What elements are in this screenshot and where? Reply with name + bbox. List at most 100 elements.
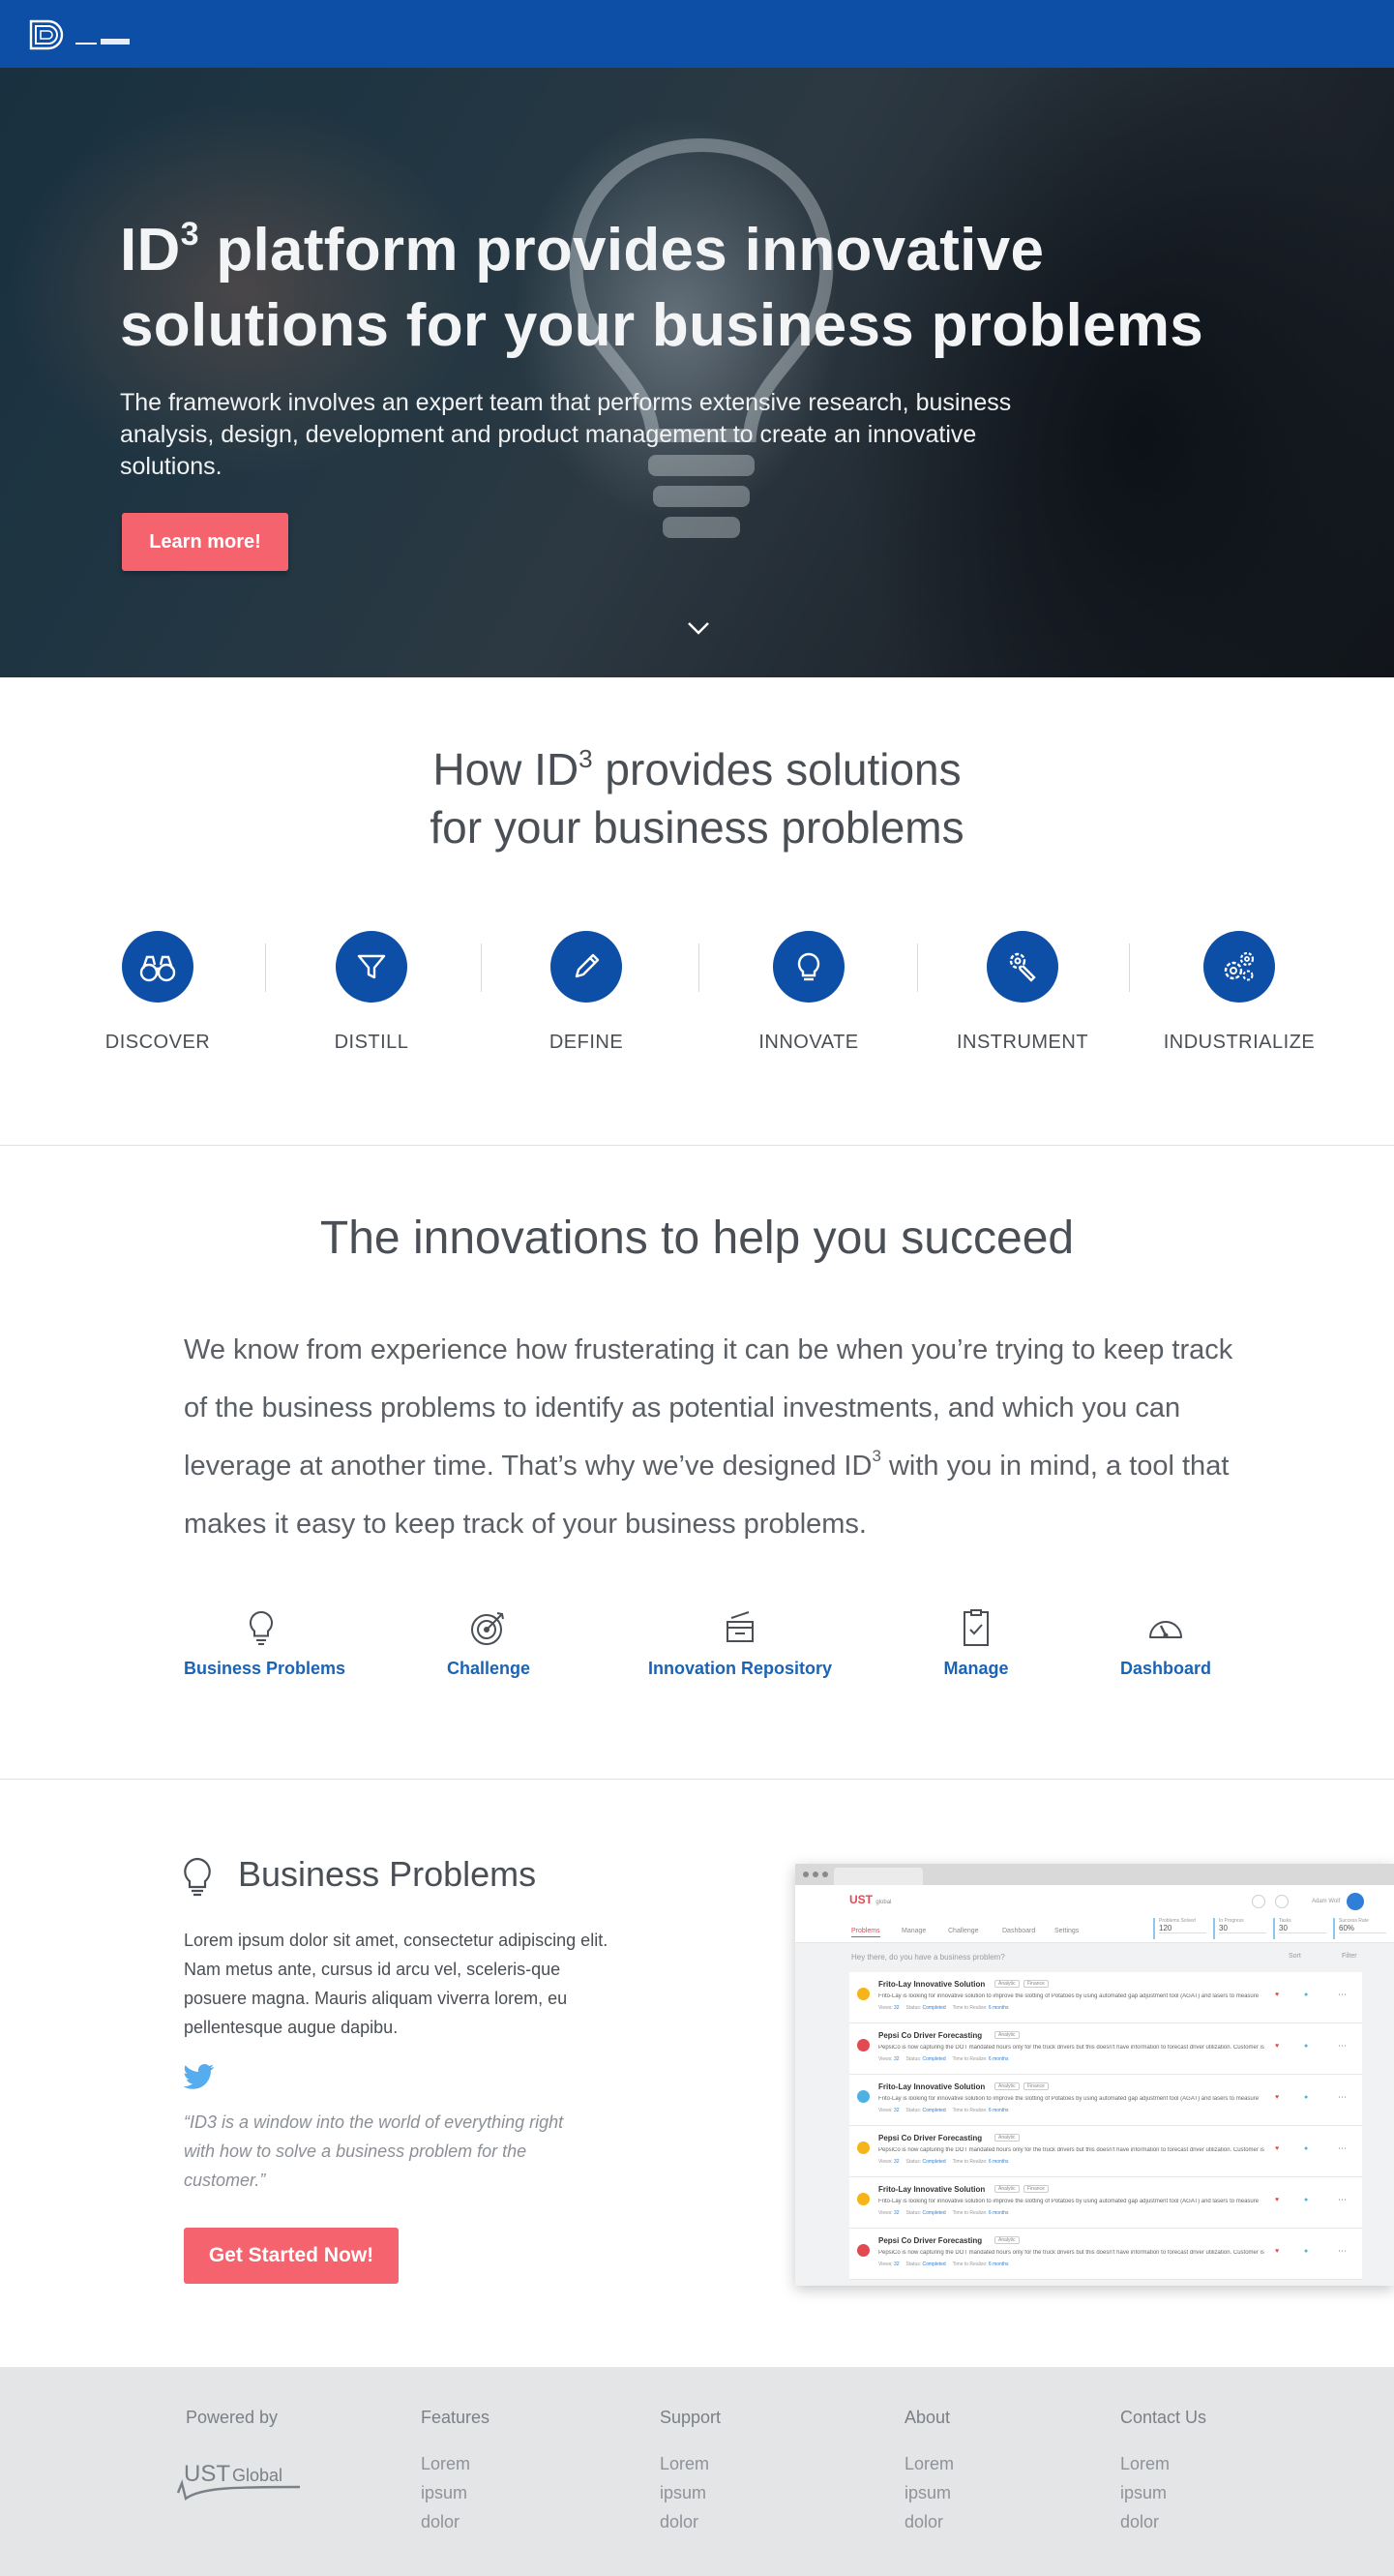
chevron-down-icon[interactable] (687, 621, 710, 635)
stat-card: Tasks 30 (1273, 1918, 1326, 1939)
hero-subtitle: The framework involves an expert team th… (120, 389, 1012, 480)
heart-icon[interactable]: ♥ (1275, 2197, 1279, 2203)
feature-challenge[interactable]: Challenge (430, 1606, 547, 1679)
window-dot (813, 1872, 818, 1877)
tag-badge: Analytic (994, 2236, 1020, 2244)
divider (1129, 944, 1130, 992)
divider (265, 944, 266, 992)
more-icon[interactable]: ⋯ (1338, 2246, 1347, 2257)
category-icon (857, 1988, 870, 2000)
step-instrument[interactable]: INSTRUMENT (926, 931, 1119, 1054)
footer-link[interactable]: dolor (1120, 2507, 1206, 2536)
category-icon (857, 2039, 870, 2052)
comment-icon[interactable]: ● (1304, 2197, 1308, 2203)
footer-link[interactable]: ipsum (660, 2478, 721, 2507)
comment-icon[interactable]: ● (1304, 2145, 1308, 2152)
problem-description: PepsiCo is now capturing the DOT mandate… (878, 2250, 1264, 2256)
browser-chrome (795, 1864, 1394, 1885)
more-icon[interactable]: ⋯ (1338, 1990, 1347, 2000)
feature-manage[interactable]: Manage (933, 1606, 1020, 1679)
learn-more-button[interactable]: Learn more! (122, 513, 288, 571)
comment-icon[interactable]: ● (1304, 1992, 1308, 1998)
heart-icon[interactable]: ♥ (1275, 2145, 1279, 2152)
user-name: Adam Wolf (1312, 1899, 1341, 1904)
top-bar (0, 0, 1394, 68)
lightbulb-icon (797, 952, 820, 981)
feature-business-problems[interactable]: Business Problems (184, 1606, 345, 1679)
gauge-icon (1149, 1621, 1182, 1638)
binoculars-icon (139, 955, 176, 982)
problem-meta: Views: 32 Status: Completed Time to Real… (878, 2056, 1009, 2062)
stat-card: Problems Solved 120 (1153, 1918, 1206, 1939)
footer-link[interactable]: Lorem (905, 2449, 954, 2478)
avatar (1347, 1893, 1364, 1910)
footer-heading: About (905, 2408, 951, 2427)
problem-description: PepsiCo is now capturing the DOT mandate… (878, 2147, 1264, 2153)
feature-innovation-repository[interactable]: Innovation Repository (648, 1606, 832, 1679)
innovations-body: We know from experience how frusterating… (184, 1334, 1233, 1540)
heart-icon[interactable]: ♥ (1275, 1992, 1279, 1998)
step-industrialize[interactable]: INDUSTRIALIZE (1142, 931, 1336, 1054)
footer-link[interactable]: dolor (660, 2507, 721, 2536)
problem-prompt: Hey there, do you have a business proble… (851, 1953, 1005, 1962)
tag-badge: Finance (1023, 2185, 1049, 2193)
feature-dashboard[interactable]: Dashboard (1112, 1606, 1219, 1679)
more-icon[interactable]: ⋯ (1338, 2143, 1347, 2154)
footer-powered-by: Powered by (186, 2408, 278, 2428)
step-distill[interactable]: DISTILL (275, 931, 468, 1054)
ust-global-logo[interactable]: UST Global (172, 2458, 308, 2512)
sort-control: Sort (1289, 1953, 1301, 1960)
footer-link[interactable]: Lorem (421, 2449, 489, 2478)
window-dot (803, 1872, 809, 1877)
comment-icon[interactable]: ● (1304, 2094, 1308, 2101)
heart-icon[interactable]: ♥ (1275, 2248, 1279, 2255)
footer-link[interactable]: Lorem (1120, 2449, 1206, 2478)
problem-title: Frito-Lay Innovative Solution (878, 1980, 986, 1989)
step-label: INSTRUMENT (956, 1032, 1089, 1053)
comment-icon[interactable]: ● (1304, 2248, 1308, 2255)
settings-icon (1275, 1895, 1289, 1908)
footer-link[interactable]: dolor (905, 2507, 954, 2536)
feature-label: Innovation Repository (648, 1659, 833, 1678)
step-label: DISTILL (334, 1032, 409, 1053)
problem-title: Frito-Lay Innovative Solution (878, 2082, 986, 2091)
heart-icon[interactable]: ♥ (1275, 2043, 1279, 2050)
more-icon[interactable]: ⋯ (1338, 2092, 1347, 2103)
problem-row[interactable]: Frito-Lay Innovative Solution Analytic Fin… (849, 2177, 1362, 2229)
problem-row[interactable]: Pepsi Co Driver Forecasting Analytic Pepsi… (849, 2229, 1362, 2280)
footer-heading: Powered by (186, 2408, 279, 2427)
get-started-button[interactable]: Get Started Now! (184, 2228, 399, 2284)
problem-row[interactable]: Frito-Lay Innovative Solution Analytic Fin… (849, 1972, 1362, 2023)
twitter-icon[interactable] (184, 2063, 215, 2090)
more-icon[interactable]: ⋯ (1338, 2041, 1347, 2052)
problem-row[interactable]: Pepsi Co Driver Forecasting Analytic Pepsi… (849, 2126, 1362, 2177)
step-define[interactable]: DEFINE (489, 931, 683, 1054)
footer-link[interactable]: Lorem (660, 2449, 721, 2478)
category-icon (857, 2090, 870, 2103)
tag-badge: Finance (1023, 1980, 1049, 1988)
footer-link[interactable]: ipsum (1120, 2478, 1206, 2507)
hero-banner: ID3 platform provides innovative solution… (0, 68, 1394, 677)
footer-link[interactable]: dolor (421, 2507, 489, 2536)
gears-icon (1224, 951, 1255, 981)
problem-row[interactable]: Frito-Lay Innovative Solution Analytic Fin… (849, 2075, 1362, 2126)
footer-col-support: Support Lorem ipsum dolor (660, 2408, 721, 2536)
business-problems-title: Business Problems (238, 1854, 537, 1894)
problem-meta: Views: 32 Status: Completed Time to Real… (878, 2261, 1009, 2267)
app-header: UST global Problems Manage Challenge Das… (795, 1885, 1394, 1943)
comment-icon[interactable]: ● (1304, 2043, 1308, 2050)
problem-row[interactable]: Pepsi Co Driver Forecasting Analytic Pepsi… (849, 2023, 1362, 2075)
app-body: Hey there, do you have a business proble… (795, 1943, 1394, 2286)
step-innovate[interactable]: INNOVATE (712, 931, 905, 1054)
footer-link[interactable]: ipsum (421, 2478, 489, 2507)
filter-control: Filter (1342, 1953, 1357, 1960)
more-icon[interactable]: ⋯ (1338, 2195, 1347, 2205)
footer-link[interactable]: ipsum (905, 2478, 954, 2507)
footer-col-about: About Lorem ipsum dolor (905, 2408, 954, 2536)
step-discover[interactable]: DISCOVER (61, 931, 254, 1054)
id3-logo[interactable] (29, 17, 135, 52)
lightbulb-icon (250, 1610, 273, 1645)
browser-tab (834, 1868, 923, 1885)
heart-icon[interactable]: ♥ (1275, 2094, 1279, 2101)
testimonial-quote: “ID3 is a window into the world of every… (184, 2112, 564, 2190)
